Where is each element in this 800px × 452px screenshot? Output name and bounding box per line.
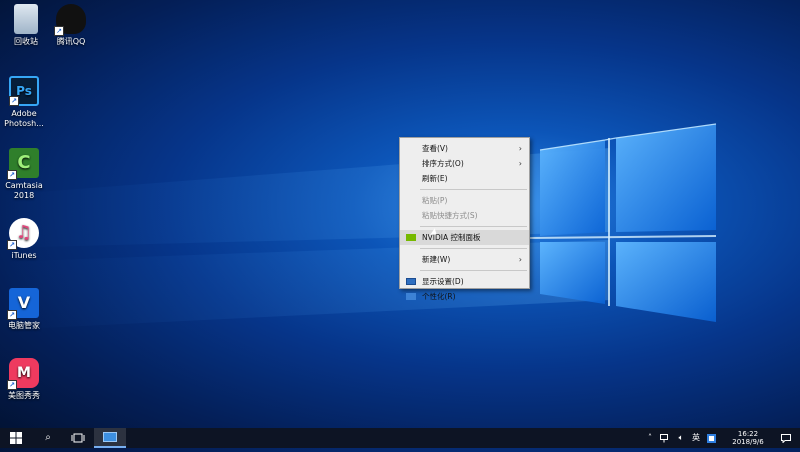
task-view-icon — [71, 433, 85, 443]
desktop-icon-label: 腾讯QQ — [56, 37, 86, 46]
desktop-icon-itunes[interactable]: ♫ ↗ iTunes — [0, 218, 52, 261]
pc-manager-shield-icon: V ↗ — [7, 288, 39, 320]
submenu-arrow-icon: › — [518, 255, 522, 264]
camtasia-icon: C ↗ — [7, 148, 39, 180]
menu-item-personalize[interactable]: 个性化(R) — [400, 289, 529, 304]
search-button[interactable]: ⌕ — [32, 428, 64, 448]
nvidia-icon — [406, 234, 416, 241]
menu-item-display-settings[interactable]: 显示设置(D) — [400, 274, 529, 289]
clock-button[interactable]: 16:22 2018/9/6 — [728, 430, 768, 446]
submenu-arrow-icon: › — [518, 159, 522, 168]
desktop-icon-label: Camtasia 2018 — [5, 181, 43, 200]
taskbar: ⌕ ˄ 🔈︎ 英 16:22 2018/9/6 — [0, 428, 800, 448]
desktop-context-menu: 查看(V) › 排序方式(O) › 刷新(E) 粘贴(P) 粘贴快捷方式(S) … — [399, 137, 530, 301]
menu-separator — [420, 270, 527, 271]
menu-item-paste-shortcut[interactable]: 粘贴快捷方式(S) — [400, 208, 529, 223]
taskbar-app-display-settings[interactable] — [94, 428, 126, 448]
shortcut-arrow-icon: ↗ — [54, 26, 64, 36]
shortcut-arrow-icon: ↗ — [7, 310, 17, 320]
task-view-button[interactable] — [62, 428, 94, 448]
network-icon — [660, 434, 668, 443]
menu-item-nvidia-control-panel[interactable]: NVIDIA 控制面板 — [400, 230, 529, 245]
photoshop-icon: Ps ↗ — [9, 76, 39, 106]
recycle-bin-icon — [14, 4, 38, 34]
desktop-icon-label: Adobe Photosh... — [4, 109, 44, 128]
speaker-icon: 🔈︎ — [678, 433, 684, 442]
desktop-icon-pc-manager[interactable]: V ↗ 电脑管家 — [0, 288, 52, 331]
input-method-button[interactable]: 英 — [690, 428, 702, 448]
shortcut-arrow-icon: ↗ — [7, 380, 17, 390]
menu-item-new[interactable]: 新建(W) › — [400, 252, 529, 267]
action-center-icon — [781, 434, 791, 444]
network-status-button[interactable] — [658, 428, 672, 448]
shortcut-arrow-icon: ↗ — [9, 96, 19, 106]
desktop-icon-camtasia[interactable]: C ↗ Camtasia 2018 — [0, 148, 52, 201]
submenu-arrow-icon: › — [518, 144, 522, 153]
display-window-icon — [103, 432, 117, 442]
qq-tray-button[interactable] — [704, 428, 718, 448]
meitu-icon: M ↗ — [7, 358, 39, 390]
menu-item-paste[interactable]: 粘贴(P) — [400, 193, 529, 208]
desktop-icon-label: 电脑管家 — [8, 321, 40, 330]
menu-separator — [420, 189, 527, 190]
show-hidden-icons-button[interactable]: ˄ — [644, 428, 656, 448]
chevron-up-icon: ˄ — [648, 433, 652, 442]
menu-separator — [420, 226, 527, 227]
volume-button[interactable]: 🔈︎ — [674, 428, 688, 448]
itunes-icon: ♫ ↗ — [7, 218, 39, 250]
desktop-icon-qq[interactable]: ↗ 腾讯QQ — [43, 4, 99, 47]
action-center-button[interactable] — [776, 428, 796, 448]
menu-separator — [420, 248, 527, 249]
shortcut-arrow-icon: ↗ — [7, 240, 17, 250]
menu-item-view[interactable]: 查看(V) › — [400, 141, 529, 156]
search-icon: ⌕ — [45, 432, 51, 443]
clock-time: 16:22 — [737, 430, 759, 438]
personalize-icon — [406, 293, 416, 300]
desktop-icon-label: iTunes — [11, 251, 37, 260]
qq-penguin-icon: ↗ — [54, 4, 86, 36]
display-settings-icon — [406, 278, 416, 285]
start-button[interactable] — [0, 428, 32, 448]
desktop-icon-meitu[interactable]: M ↗ 美图秀秀 — [0, 358, 52, 401]
menu-item-sort-by[interactable]: 排序方式(O) › — [400, 156, 529, 171]
app-tray-icon — [706, 434, 716, 443]
menu-item-refresh[interactable]: 刷新(E) — [400, 171, 529, 186]
windows-start-icon — [10, 432, 22, 444]
desktop-icon-label: 美图秀秀 — [8, 391, 40, 400]
desktop-icon-photoshop[interactable]: Ps ↗ Adobe Photosh... — [0, 76, 52, 129]
shortcut-arrow-icon: ↗ — [7, 170, 17, 180]
clock-date: 2018/9/6 — [732, 438, 764, 446]
